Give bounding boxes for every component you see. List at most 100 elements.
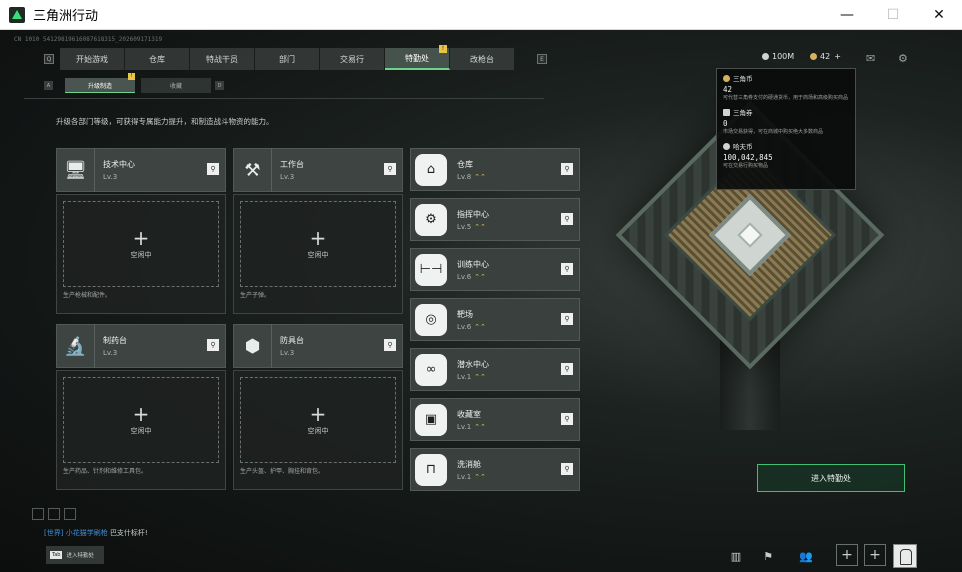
warehouse-icon: ⌂	[415, 153, 447, 186]
plus-icon: +	[309, 226, 327, 250]
search-icon[interactable]: ⚲	[561, 413, 573, 425]
microscope-icon: 🔬	[57, 324, 95, 368]
tab-alert-badge: !	[439, 45, 447, 53]
search-icon[interactable]: ⚲	[561, 363, 573, 375]
tab-start-game[interactable]: 开始游戏	[60, 48, 125, 70]
plus-icon: +	[132, 226, 150, 250]
add-slot-button[interactable]: +	[836, 544, 858, 566]
armor-boxes-icon: ⬢	[234, 324, 272, 368]
search-icon[interactable]: ⚲	[561, 463, 573, 475]
add-slot-button[interactable]: +	[864, 544, 886, 566]
workbench-tech-center[interactable]: 🖥 技术中心 Lv.3 ⚲	[56, 148, 226, 192]
plus-icon: +	[132, 402, 150, 426]
app-logo-icon	[9, 6, 25, 23]
chat-user[interactable]: 小花猫学刷枪	[66, 529, 108, 537]
plus-icon: +	[309, 402, 327, 426]
subtab-alert-badge: !	[128, 73, 135, 80]
chat-channel: [世界]	[44, 529, 64, 537]
production-slot[interactable]: + 空闲中 生产子弹。	[233, 194, 403, 314]
tab-warehouse[interactable]: 仓库	[125, 48, 190, 70]
workbench-workstation[interactable]: ⚒ 工作台 Lv.3 ⚲	[233, 148, 403, 192]
mail-icon[interactable]: ✉	[866, 52, 880, 65]
tab-department[interactable]: 部门	[255, 48, 320, 70]
currency-delta[interactable]: 42 +	[810, 52, 841, 61]
stats-chart-icon[interactable]: ▥	[724, 544, 748, 568]
production-slot[interactable]: + 空闲中 生产枪械和配件。	[56, 194, 226, 314]
tab-prev-button[interactable]: Q	[44, 54, 54, 64]
target-icon: ◎	[415, 303, 447, 336]
workbench-pharmacy[interactable]: 🔬 制药台 Lv.3 ⚲	[56, 324, 226, 368]
search-icon[interactable]: ⚲	[384, 339, 396, 351]
department-decontamination[interactable]: ⊓ 洗消舱 Lv.1 ⌃⌃ ⚲	[410, 448, 580, 491]
divider	[24, 98, 544, 99]
window-titlebar: 三角洲行动 — ☐ ✕	[0, 0, 962, 30]
tab-trading[interactable]: 交易行	[320, 48, 385, 70]
tab-special-ops[interactable]: 特勤处!	[385, 45, 450, 70]
chat-line[interactable]: [世界] 小花猫学刷枪 巴支什标杆!	[44, 528, 148, 538]
minimize-button[interactable]: —	[824, 0, 870, 30]
department-warehouse[interactable]: ⌂ 仓库 Lv.8 ⌃⌃ ⚲	[410, 148, 580, 191]
search-icon[interactable]: ⚲	[561, 313, 573, 325]
coin-icon	[810, 53, 817, 60]
user-id-text: CN 1010 54129819616087618315_20260917131…	[14, 36, 163, 43]
department-training-center[interactable]: ⊢⊣ 训练中心 Lv.6 ⌃⌃ ⚲	[410, 248, 580, 291]
enter-hint-button[interactable]: Tab 进入特勤处	[46, 546, 104, 564]
tab-gunsmith[interactable]: 改枪台	[450, 48, 515, 70]
maximize-button[interactable]: ☐	[870, 0, 916, 30]
computer-icon: 🖥	[57, 148, 95, 192]
command-gear-icon: ⚙	[415, 203, 447, 236]
dumbbell-icon: ⊢⊣	[415, 253, 447, 286]
search-icon[interactable]: ⚲	[207, 339, 219, 351]
upgrade-arrow-icon: ⌃⌃	[474, 222, 486, 231]
havoc-coin-icon	[723, 142, 730, 150]
subtab-next-button[interactable]: D	[215, 81, 224, 90]
department-command-center[interactable]: ⚙ 指挥中心 Lv.5 ⌃⌃ ⚲	[410, 198, 580, 241]
production-slot[interactable]: + 空闲中 生产头盔、护甲、胸挂和背包。	[233, 370, 403, 490]
upgrade-arrow-icon: ⌃⌃	[474, 472, 486, 481]
currency-tooltip: 三角币 42 可代替三角券支付的硬通货币，用于商场和高级购买商品 三角券 0 市…	[716, 68, 856, 190]
upgrade-arrow-icon: ⌃⌃	[474, 272, 486, 281]
tools-icon: ⚒	[234, 148, 272, 192]
production-slot[interactable]: + 空闲中 生产药品、针剂和维修工具包。	[56, 370, 226, 490]
coin-icon	[762, 53, 769, 60]
game-viewport: CN 1010 54129819616087618315_20260917131…	[0, 30, 962, 572]
page-description: 升级各部门等级，可获得专属能力提升，和制造战斗物资的能力。	[56, 117, 274, 126]
diving-goggles-icon: ∞	[415, 353, 447, 386]
search-icon[interactable]: ⚲	[384, 163, 396, 175]
tab-next-button[interactable]: E	[537, 54, 547, 64]
department-diving-center[interactable]: ∞ 潜水中心 Lv.1 ⌃⌃ ⚲	[410, 348, 580, 391]
avatar[interactable]	[893, 544, 917, 568]
department-shooting-range[interactable]: ◎ 靶场 Lv.6 ⌃⌃ ⚲	[410, 298, 580, 341]
window-title: 三角洲行动	[33, 9, 99, 24]
subtab-upgrade[interactable]: 升级制造!	[65, 73, 135, 93]
search-icon[interactable]: ⚲	[561, 163, 573, 175]
sub-tab-bar: A 升级制造! 收藏 D	[44, 73, 224, 93]
upgrade-arrow-icon: ⌃⌃	[474, 322, 486, 331]
flag-icon[interactable]: ⚑	[756, 544, 780, 568]
search-icon[interactable]: ⚲	[561, 263, 573, 275]
search-icon[interactable]: ⚲	[207, 163, 219, 175]
chat-message: 巴支什标杆!	[109, 529, 148, 537]
search-icon[interactable]: ⚲	[561, 213, 573, 225]
main-tab-bar: Q 开始游戏 仓库 特战干员 部门 交易行 特勤处! 改枪台 E	[44, 45, 547, 70]
enter-special-ops-button[interactable]: 进入特勤处	[757, 464, 905, 492]
upgrade-arrow-icon: ⌃⌃	[474, 172, 486, 181]
add-currency-button[interactable]: +	[834, 52, 841, 61]
upgrade-arrow-icon: ⌃⌃	[474, 372, 486, 381]
department-collection-room[interactable]: ▣ 收藏室 Lv.1 ⌃⌃ ⚲	[410, 398, 580, 441]
quick-slots	[32, 508, 76, 520]
settings-gear-icon[interactable]: ⚙	[898, 52, 912, 65]
subtab-favorites[interactable]: 收藏	[141, 78, 211, 93]
ticket-icon	[723, 108, 730, 116]
close-button[interactable]: ✕	[916, 0, 962, 30]
subtab-prev-button[interactable]: A	[44, 81, 53, 90]
friends-icon[interactable]: 👥	[794, 544, 818, 568]
upgrade-arrow-icon: ⌃⌃	[474, 422, 486, 431]
delta-coin-icon	[723, 74, 730, 82]
currency-havoc[interactable]: 100M	[762, 52, 794, 61]
decontamination-icon: ⊓	[415, 453, 447, 486]
workbench-armor[interactable]: ⬢ 防具台 Lv.3 ⚲	[233, 324, 403, 368]
tab-key-icon: Tab	[50, 551, 63, 559]
collection-icon: ▣	[415, 403, 447, 436]
tab-operators[interactable]: 特战干员	[190, 48, 255, 70]
